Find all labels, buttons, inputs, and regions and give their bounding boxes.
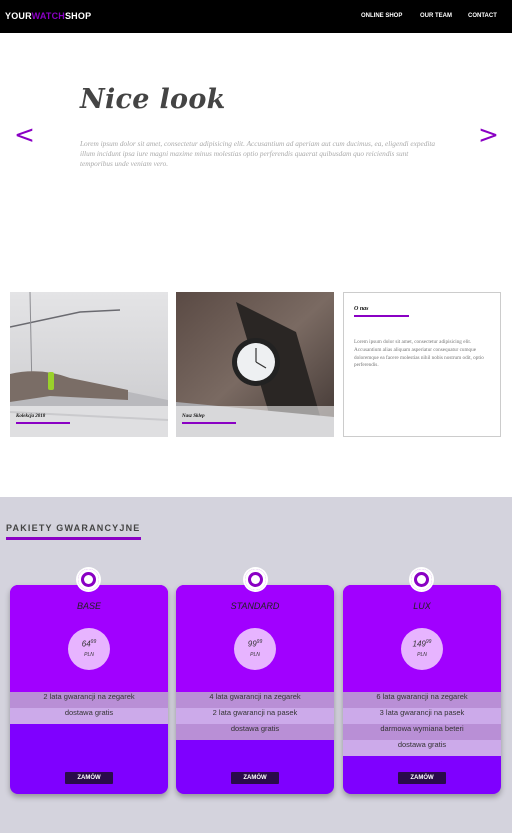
logo-part-watch: WATCH <box>31 11 65 21</box>
price-currency: PLN <box>84 652 94 658</box>
hero-title: Nice look <box>80 84 226 115</box>
pricing-underline <box>6 537 141 540</box>
plan-name: LUX <box>413 601 431 611</box>
card-caption: Kolekcja 2018 <box>16 414 46 419</box>
price-badge: 9999 PLN <box>234 628 276 670</box>
order-button[interactable]: ZAMÓW <box>398 772 446 784</box>
plan-selector-dot-icon[interactable] <box>78 569 99 590</box>
price-currency: PLN <box>250 652 260 658</box>
feature-item: 2 lata gwarancji na pasek <box>176 708 334 724</box>
logo-part-shop: SHOP <box>64 11 92 21</box>
caption-underline <box>182 422 236 424</box>
price-badge: 14999 PLN <box>401 628 443 670</box>
feature-list: 6 lata gwarancji na zegarek 3 lata gwara… <box>343 692 501 756</box>
slider-prev-arrow-icon[interactable]: < <box>14 120 35 149</box>
nav-online-shop[interactable]: ONLINE SHOP <box>361 13 402 19</box>
hero-text: Lorem ipsum dolor sit amet, consectetur … <box>80 139 436 168</box>
about-box: O nas Lorem ipsum dolor sit amet, consec… <box>343 292 501 437</box>
pricing-section: PAKIETY GWARANCYJNE BASE 6499 PLN 2 lata… <box>0 497 512 833</box>
caption-underline <box>16 422 70 424</box>
feature-item: 3 lata gwarancji na pasek <box>343 708 501 724</box>
feature-item: darmowa wymiana beteri <box>343 724 501 740</box>
top-nav: YOURWATCHSHOP ONLINE SHOP OUR TEAM CONTA… <box>0 0 512 33</box>
about-underline <box>354 315 409 317</box>
feature-item: dostawa gratis <box>176 724 334 740</box>
about-text: Lorem ipsum dolor sit amet, consectetur … <box>354 339 484 369</box>
feature-item: 6 lata gwarancji na zegarek <box>343 692 501 708</box>
feature-item: 2 lata gwarancji na zegarek <box>10 692 168 708</box>
logo-part-your: YOUR <box>5 11 32 21</box>
card-shop[interactable]: Nasz Sklep <box>176 292 334 437</box>
feature-item: dostawa gratis <box>343 740 501 756</box>
card-collection[interactable]: Kolekcja 2018 <box>10 292 168 437</box>
logo[interactable]: YOURWATCHSHOP <box>5 11 91 21</box>
plan-name: STANDARD <box>230 601 280 611</box>
price-currency: PLN <box>417 652 427 658</box>
price-amount: 6499 <box>81 639 97 649</box>
feature-item: 4 lata gwarancji na zegarek <box>176 692 334 708</box>
order-button[interactable]: ZAMÓW <box>231 772 279 784</box>
nav-our-team[interactable]: OUR TEAM <box>420 13 452 19</box>
plan-name: BASE <box>76 601 101 611</box>
price-amount: 14999 <box>412 639 432 649</box>
plan-card-standard: STANDARD 9999 PLN 4 lata gwarancji na ze… <box>176 585 334 794</box>
feature-list: 4 lata gwarancji na zegarek 2 lata gwara… <box>176 692 334 740</box>
card-caption: Nasz Sklep <box>182 414 205 419</box>
price-amount: 9999 <box>247 639 263 649</box>
feature-item: dostawa gratis <box>10 708 168 724</box>
plan-selector-dot-icon[interactable] <box>245 569 266 590</box>
order-button[interactable]: ZAMÓW <box>65 772 113 784</box>
feature-list: 2 lata gwarancji na zegarek dostawa grat… <box>10 692 168 724</box>
price-badge: 6499 PLN <box>68 628 110 670</box>
plan-selector-dot-icon[interactable] <box>411 569 432 590</box>
plan-card-base: BASE 6499 PLN 2 lata gwarancji na zegare… <box>10 585 168 794</box>
nav-contact[interactable]: CONTACT <box>468 13 497 19</box>
pricing-title: PAKIETY GWARANCYJNE <box>6 523 141 533</box>
slider-next-arrow-icon[interactable]: > <box>478 120 499 149</box>
about-title: O nas <box>354 306 369 312</box>
plan-card-lux: LUX 14999 PLN 6 lata gwarancji na zegare… <box>343 585 501 794</box>
